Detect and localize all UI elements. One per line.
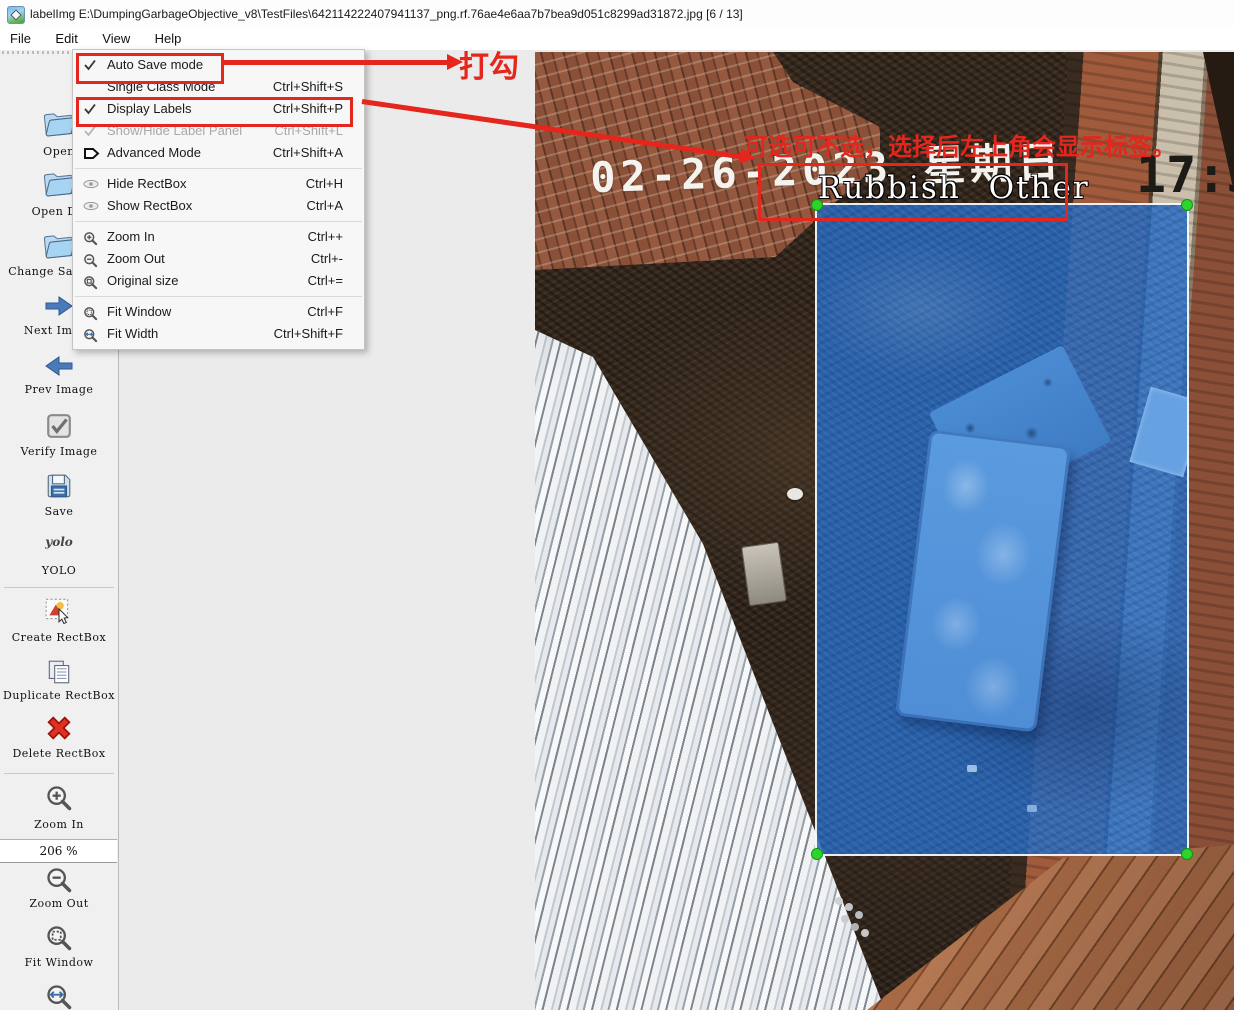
gray-bin-object — [741, 541, 787, 607]
fit-width-icon — [81, 323, 103, 345]
zoom-in-icon[interactable] — [0, 784, 118, 817]
toolbar-create-rectbox-button[interactable]: Create RectBox — [0, 631, 118, 644]
toolbar-zoom-out-button[interactable]: Zoom Out — [0, 897, 118, 910]
zoom-out-icon — [81, 248, 103, 270]
menu-item-hide-rectbox[interactable]: Hide RectBox Ctrl+H — [73, 173, 364, 195]
fit-width-icon[interactable] — [0, 983, 118, 1010]
resize-handle-bottom-right[interactable] — [1181, 848, 1193, 860]
menu-item-show-rectbox[interactable]: Show RectBox Ctrl+A — [73, 195, 364, 217]
toolbar-prev-image-button[interactable]: Prev Image — [0, 383, 118, 396]
menu-item-zoom-in[interactable]: Zoom In Ctrl++ — [73, 226, 364, 248]
arrow-line-check — [221, 60, 449, 65]
toolbar-delete-rectbox-button[interactable]: Delete RectBox — [0, 747, 118, 760]
zoom-out-icon[interactable] — [0, 866, 118, 899]
title-bar: labelImg E:\DumpingGarbageObjective_v8\T… — [0, 0, 1234, 29]
view-menu-popup: Auto Save mode Single Class Mode Ctrl+Sh… — [72, 49, 365, 350]
highlight-box-rubbish-label — [758, 163, 1068, 221]
annotation-fill — [817, 205, 1187, 854]
paper-object — [1129, 386, 1187, 478]
menu-separator — [75, 221, 362, 222]
fit-window-icon — [81, 301, 103, 323]
toolbar-zoom-in-button[interactable]: Zoom In — [0, 818, 118, 831]
verify-check-icon[interactable] — [0, 412, 118, 445]
original-size-icon — [81, 270, 103, 292]
labelimg-window: labelImg E:\DumpingGarbageObjective_v8\T… — [0, 0, 1234, 1010]
arrow-left-icon[interactable] — [0, 353, 118, 384]
chain-debris — [835, 897, 843, 905]
menubar-view[interactable]: View — [92, 28, 140, 50]
highlight-box-auto-save — [76, 53, 224, 84]
window-title: labelImg E:\DumpingGarbageObjective_v8\T… — [30, 7, 743, 21]
toolbar-save-button[interactable]: Save — [0, 505, 118, 518]
toolbar-verify-image-button[interactable]: Verify Image — [0, 445, 118, 458]
zoom-in-icon — [81, 226, 103, 248]
menu-bar: File Edit View Help — [0, 28, 1234, 50]
menu-item-advanced-mode[interactable]: Advanced Mode Ctrl+Shift+A — [73, 142, 364, 164]
eye-icon — [81, 195, 103, 217]
menu-separator — [75, 296, 362, 297]
resize-handle-bottom-left[interactable] — [811, 848, 823, 860]
menu-item-original-size[interactable]: Original size Ctrl+= — [73, 270, 364, 292]
small-debris — [967, 765, 977, 772]
menubar-help[interactable]: Help — [145, 28, 192, 50]
menubar-edit[interactable]: Edit — [45, 28, 87, 50]
toolbar-yolo-format-button[interactable]: YOLO — [0, 564, 118, 577]
note-annotation-text: 可选可不选，选择后左上角会显示标签。 — [744, 134, 1176, 161]
yolo-text-icon[interactable]: yolo — [0, 535, 118, 549]
toolbar-separator — [4, 587, 114, 588]
white-ball-object — [787, 488, 803, 500]
app-icon — [7, 6, 25, 24]
annotation-rectbox[interactable] — [811, 199, 1193, 860]
create-rectbox-icon[interactable] — [0, 596, 118, 629]
menu-item-fit-window[interactable]: Fit Window Ctrl+F — [73, 301, 364, 323]
zoom-percent-input[interactable]: 206 % — [0, 839, 117, 863]
duplicate-icon[interactable] — [0, 658, 118, 691]
advanced-mode-icon — [81, 142, 103, 164]
toolbar-separator — [4, 773, 114, 774]
highlight-box-display-labels — [76, 97, 353, 127]
toolbar-fit-window-button[interactable]: Fit Window — [0, 956, 118, 969]
resize-handle-top-right[interactable] — [1181, 199, 1193, 211]
menu-item-fit-width[interactable]: Fit Width Ctrl+Shift+F — [73, 323, 364, 345]
delete-x-icon[interactable] — [0, 713, 118, 748]
fit-window-icon[interactable] — [0, 924, 118, 957]
menu-separator — [75, 168, 362, 169]
floppy-icon[interactable] — [0, 472, 118, 505]
check-annotation-text: 打勾 — [459, 51, 519, 84]
mattress-object — [894, 429, 1072, 733]
eye-icon — [81, 173, 103, 195]
menu-item-zoom-out[interactable]: Zoom Out Ctrl+- — [73, 248, 364, 270]
menubar-file[interactable]: File — [0, 28, 41, 50]
toolbar-duplicate-rectbox-button[interactable]: Duplicate RectBox — [0, 689, 118, 702]
